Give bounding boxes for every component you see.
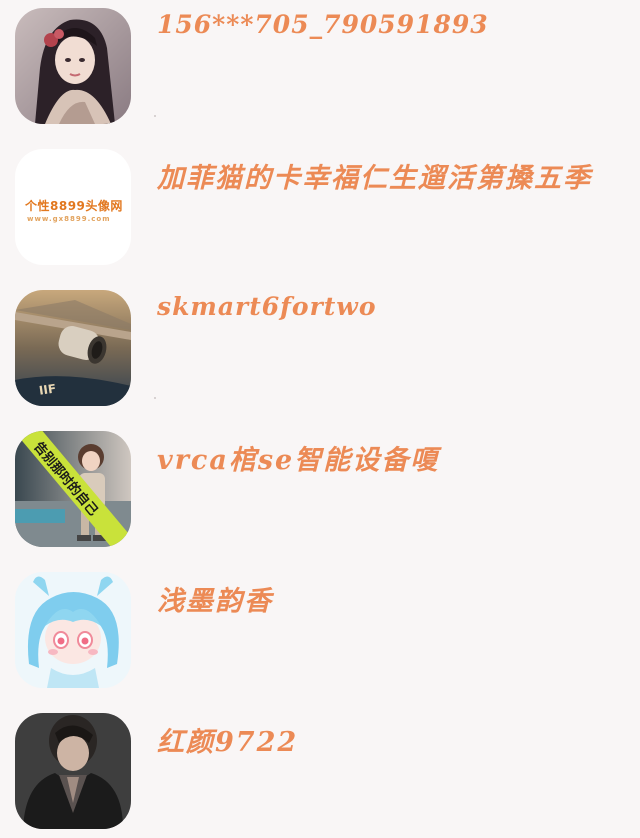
contact-row[interactable]: IIF skmart6fortwo (0, 282, 640, 422)
svg-text:IIF: IIF (38, 382, 57, 398)
avatar-logo-subtext: www.gx8899.com (27, 215, 111, 223)
contact-name: vrca棺se智能设备嗄 (157, 445, 440, 476)
avatar-man-dark-portrait-image (15, 713, 131, 829)
avatar[interactable] (15, 713, 131, 829)
contact-name: 红颜9722 (157, 727, 299, 758)
avatar-girl-hanfu-image (15, 8, 131, 124)
avatar[interactable] (15, 8, 131, 124)
contact-name: 浅墨韵香 (157, 586, 273, 617)
contact-name: skmart6fortwo (157, 292, 377, 321)
contact-list: 156***705_790591893 个性8899头像网 www.gx8899… (0, 0, 640, 838)
avatar-anime-blue-hair-image (15, 572, 131, 688)
avatar-airplane-engine-image: IIF (15, 290, 131, 406)
avatar[interactable]: 个性8899头像网 www.gx8899.com (15, 149, 131, 265)
avatar[interactable] (15, 572, 131, 688)
contact-name: 156***705_790591893 (157, 10, 489, 39)
contact-row[interactable]: 红颜9722 (0, 705, 640, 838)
contact-row[interactable]: 浅墨韵香 (0, 564, 640, 704)
avatar-logo-text: 个性8899头像网 (25, 199, 123, 213)
contact-row[interactable]: 告别那时的自己 vrca棺se智能设备嗄 (0, 423, 640, 563)
avatar[interactable]: 告别那时的自己 (15, 431, 131, 547)
contact-row[interactable]: 个性8899头像网 www.gx8899.com 加菲猫的卡幸福仁生遛活第搡五季 (0, 141, 640, 281)
divider-dot (154, 397, 156, 399)
divider-dot (154, 115, 156, 117)
contact-name: 加菲猫的卡幸福仁生遛活第搡五季 (157, 163, 592, 194)
avatar[interactable]: IIF (15, 290, 131, 406)
contact-row[interactable]: 156***705_790591893 (0, 0, 640, 140)
